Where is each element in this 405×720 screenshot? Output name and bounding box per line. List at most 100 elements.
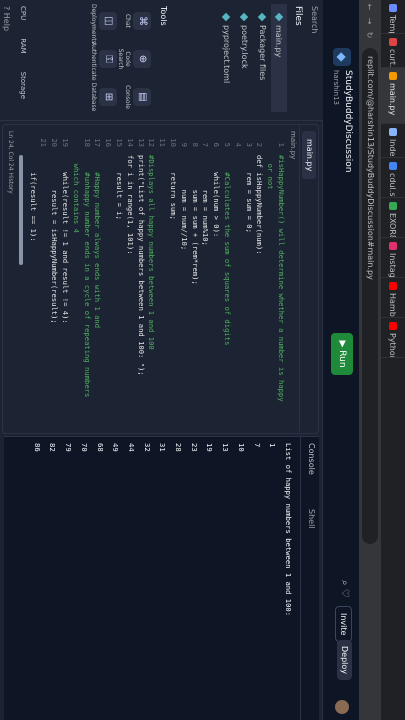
favicon-icon	[389, 38, 397, 46]
code-line: #Happy number always ends with 1 and	[93, 155, 103, 329]
console-line: 10	[236, 443, 246, 452]
editor-status: Ln 24, Col 24 History	[7, 131, 14, 194]
file-item[interactable]: main.py	[271, 4, 287, 112]
replit-header: ◆ StudyBuddyDiscussion harshin13 ▶ Run ⌕…	[322, 0, 359, 720]
favicon-icon	[389, 4, 397, 12]
tab-console[interactable]: Console	[307, 443, 316, 475]
run-button-label: Run	[337, 350, 347, 368]
browser-tab[interactable]: Instagram	[381, 238, 405, 278]
browser-tab[interactable]: Python pr	[381, 318, 405, 358]
search-input[interactable]: Search	[310, 6, 319, 33]
reload-icon[interactable]: ↻	[366, 28, 375, 42]
invite-button[interactable]: Invite	[335, 606, 352, 643]
line-number: 17	[93, 138, 103, 147]
line-number: 12	[147, 138, 157, 147]
deploy-button[interactable]: Deploy	[337, 640, 352, 681]
browser-tab-label: Instagram	[388, 253, 398, 278]
browser-tab[interactable]: curt.sam	[381, 34, 405, 68]
horizontal-scrollbar[interactable]	[18, 125, 24, 431]
line-number: 10	[169, 138, 178, 147]
browser-tab[interactable]: Index - M	[381, 124, 405, 158]
tool-item[interactable]: ▤ Console	[124, 80, 151, 114]
avatar[interactable]	[335, 700, 349, 714]
file-item[interactable]: pyproject.toml	[222, 12, 231, 83]
browser-tab-label: cdul.sfgo	[388, 173, 398, 198]
file-label: poetry.lock	[240, 25, 249, 69]
tool-item[interactable]: ⚿ Authenticate	[90, 42, 117, 81]
line-number: 1	[277, 142, 286, 147]
code-line: or not	[266, 155, 276, 190]
browser-tab[interactable]: main.py	[381, 68, 405, 124]
file-item[interactable]: Packager files	[258, 12, 267, 81]
file-label: Packager files	[258, 25, 267, 81]
console-line: 82	[48, 443, 58, 452]
project-name[interactable]: StudyBuddyDiscussion	[343, 70, 353, 172]
console-pane: Console Shell List of happy numbers betw…	[4, 436, 319, 720]
browser-tab-label: Index - M	[388, 139, 398, 158]
address-bar[interactable]: replit.com/@harshin13/StudyBuddyDiscussi…	[362, 48, 378, 544]
favicon-icon	[389, 282, 397, 290]
browser-tab[interactable]: Templates	[381, 0, 405, 34]
tool-item[interactable]: ◫ Deployments	[90, 4, 117, 44]
tool-item[interactable]: ⊞ Database	[90, 80, 117, 114]
code-line: if(result == 1):	[28, 155, 38, 242]
run-button[interactable]: ▶ Run	[331, 333, 353, 375]
tool-item[interactable]: ⊕ Code Search	[117, 42, 151, 76]
tab-shell[interactable]: Shell	[307, 509, 316, 529]
favicon-icon	[389, 242, 397, 250]
scrollbar-thumb[interactable]	[19, 155, 23, 265]
line-number: 21	[39, 138, 49, 147]
favicon-icon	[389, 322, 397, 330]
code-line: while(num > 0):	[212, 155, 222, 238]
code-line: def isHappyNumber(num):	[255, 155, 265, 255]
line-number: 13	[136, 138, 146, 147]
back-icon[interactable]: ←	[366, 0, 375, 14]
code-line: result = i;	[115, 155, 124, 220]
browser-tab-label: Python pr	[388, 333, 398, 358]
line-number: 5	[223, 142, 232, 147]
browser-tab-label: Hambo Tr	[388, 293, 398, 318]
console-line: 32	[142, 443, 152, 452]
line-number: 20	[50, 138, 60, 147]
browser-tab-label: main.py	[388, 83, 398, 116]
browser-tab[interactable]: cdul.sfgo	[381, 158, 405, 198]
console-line: 23	[189, 443, 199, 452]
browser-toolbar: ← → ↻ replit.com/@harshin13/StudyBuddyDi…	[359, 0, 381, 720]
code-line: while(result != 1 and result != 4):	[61, 155, 70, 324]
usage-label: RAM	[19, 38, 27, 54]
line-number: 4	[233, 142, 243, 147]
code-line: for i in range(1, 101):	[125, 155, 135, 255]
screen-frame: Templates curt.sam main.py Index - M cdul.sf…	[0, 0, 405, 720]
console-line: 86	[32, 443, 42, 452]
tool-icon: ⌘	[133, 12, 151, 30]
console-line: 79	[64, 443, 74, 452]
forward-icon[interactable]: →	[366, 14, 375, 28]
tab-main-py[interactable]: main.py	[302, 131, 316, 180]
console-line: 31	[158, 443, 168, 452]
header-icons[interactable]: ⌕ ♡	[339, 580, 350, 598]
code-editor[interactable]: main.py main.py 1 #isHappyNumber() will d…	[2, 124, 319, 434]
file-icon	[274, 12, 284, 22]
resource-usage: CPU RAM Storage	[19, 6, 27, 117]
browser-tab[interactable]: Hambo Tr	[381, 278, 405, 318]
tool-label: Chat	[124, 13, 131, 29]
file-item[interactable]: poetry.lock	[240, 12, 249, 69]
line-number: 19	[61, 138, 70, 147]
code-line: #Calculates the sum of squares of digits	[223, 155, 232, 346]
code-line: rem = num%10;	[201, 155, 211, 246]
browser-tab[interactable]: EXOR80	[381, 198, 405, 238]
line-number: 18	[82, 138, 92, 147]
repl-logo-icon[interactable]: ◆	[333, 48, 351, 66]
browser-tab-label: EXOR80	[388, 213, 398, 238]
favicon-icon	[389, 202, 397, 210]
help-link[interactable]: ? Help	[2, 6, 11, 31]
line-number: 2	[255, 142, 265, 147]
files-sidebar: Search Files main.py Packager files poetry…	[0, 0, 323, 121]
tool-label: Database	[90, 82, 97, 112]
tool-item[interactable]: ⌘ Chat	[124, 4, 151, 38]
code-line: print("List of happy numbers between 1 a…	[136, 155, 146, 376]
file-label: main.py	[274, 25, 284, 58]
console-line: 49	[111, 443, 121, 452]
code-line: which contains 4	[71, 155, 81, 233]
code-line: num = num//10;	[179, 155, 189, 251]
